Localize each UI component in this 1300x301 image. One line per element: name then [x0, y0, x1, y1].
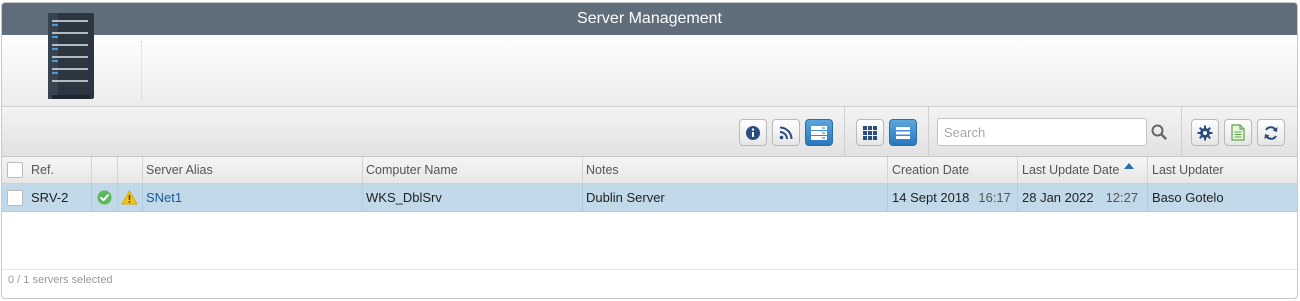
banner-divider: [141, 41, 142, 99]
column-divider: [91, 184, 92, 211]
row-checkbox-cell: [7, 184, 23, 211]
column-header-notes[interactable]: Notes: [586, 157, 619, 183]
column-label: Creation Date: [892, 163, 970, 177]
notes-cell: Dublin Server: [586, 190, 665, 205]
warning-icon: [121, 190, 138, 205]
column-header-last-updater[interactable]: Last Updater: [1152, 157, 1224, 183]
select-all-checkbox-cell: [7, 157, 23, 183]
column-divider: [142, 157, 143, 183]
warning-cell: [121, 184, 138, 211]
last-update-date-cell: 28 Jan 2022 12:27: [1022, 184, 1138, 211]
refresh-icon: [1264, 125, 1278, 140]
server-view-icon: [811, 125, 827, 140]
column-header-server-alias[interactable]: Server Alias: [146, 157, 213, 183]
column-divider: [117, 157, 118, 183]
column-label: Computer Name: [366, 163, 458, 177]
creation-date-cell: 14 Sept 2018 16:17: [892, 184, 1011, 211]
column-divider: [1017, 157, 1018, 183]
server-management-window: Server Management Search Ref. Server Ali…: [1, 2, 1298, 299]
ref-cell: SRV-2: [31, 190, 69, 205]
column-label: Notes: [586, 163, 619, 177]
select-all-checkbox[interactable]: [7, 162, 23, 178]
grid-view-icon: [863, 125, 877, 140]
column-divider: [887, 157, 888, 183]
column-label: Ref.: [31, 163, 54, 177]
list-view-button[interactable]: [889, 119, 917, 146]
window-title: Server Management: [2, 3, 1297, 35]
creation-time: 16:17: [978, 190, 1011, 205]
column-label: Server Alias: [146, 163, 213, 177]
settings-button[interactable]: [1191, 119, 1219, 146]
status-ok-icon: [97, 190, 112, 205]
creation-date: 14 Sept 2018: [892, 190, 970, 205]
last-updater-cell: Baso Gotelo: [1152, 190, 1224, 205]
table-row[interactable]: SRV-2 SNet1 WKS_DblSrv Dublin Server 14 …: [2, 184, 1297, 212]
row-checkbox[interactable]: [7, 189, 23, 206]
column-divider: [117, 184, 118, 211]
column-divider: [1147, 157, 1148, 183]
column-header-ref[interactable]: Ref.: [31, 157, 54, 183]
computer-name-cell: WKS_DblSrv: [366, 190, 442, 205]
selection-status: 0 / 1 servers selected: [8, 274, 113, 286]
refresh-button[interactable]: [1257, 119, 1285, 146]
search-input[interactable]: [937, 118, 1147, 146]
column-divider: [582, 157, 583, 183]
header-banner: [2, 13, 1297, 107]
toolbar-separator: [928, 107, 929, 157]
rss-icon: [779, 126, 793, 139]
export-button[interactable]: [1224, 119, 1252, 146]
column-header-last-update-date[interactable]: Last Update Date: [1022, 157, 1135, 183]
export-document-icon: [1231, 124, 1245, 141]
server-rack-icon: [48, 13, 94, 99]
status-cell: [97, 184, 112, 211]
search-icon[interactable]: [1151, 124, 1167, 140]
grid-view-button[interactable]: [856, 119, 884, 146]
grid-header: Ref. Server Alias Computer Name Notes Cr…: [2, 157, 1297, 184]
info-icon: [746, 125, 760, 140]
column-label: Last Update Date: [1022, 163, 1120, 177]
sort-ascending-icon: [1124, 163, 1135, 169]
column-divider: [362, 157, 363, 183]
column-divider: [91, 157, 92, 183]
column-divider: [142, 184, 143, 211]
column-divider: [1147, 184, 1148, 211]
server-alias-link[interactable]: SNet1: [146, 190, 182, 205]
gear-icon: [1197, 125, 1213, 140]
column-label: Last Updater: [1152, 163, 1224, 177]
info-button[interactable]: [739, 119, 767, 146]
column-divider: [582, 184, 583, 211]
toolbar-separator: [844, 107, 845, 157]
column-header-creation-date[interactable]: Creation Date: [892, 157, 969, 183]
footer-divider: [2, 269, 1297, 270]
last-update-date: 28 Jan 2022: [1022, 190, 1094, 205]
server-alias-cell: SNet1: [146, 184, 182, 211]
column-divider: [362, 184, 363, 211]
column-header-computer-name[interactable]: Computer Name: [366, 157, 458, 183]
list-view-icon: [896, 126, 910, 139]
column-divider: [1017, 184, 1018, 211]
toolbar-separator: [1181, 107, 1182, 157]
column-divider: [887, 184, 888, 211]
toolbar: [2, 107, 1297, 157]
last-update-time: 12:27: [1105, 190, 1139, 205]
rss-feed-button[interactable]: [772, 119, 800, 146]
server-view-button[interactable]: [805, 119, 833, 146]
